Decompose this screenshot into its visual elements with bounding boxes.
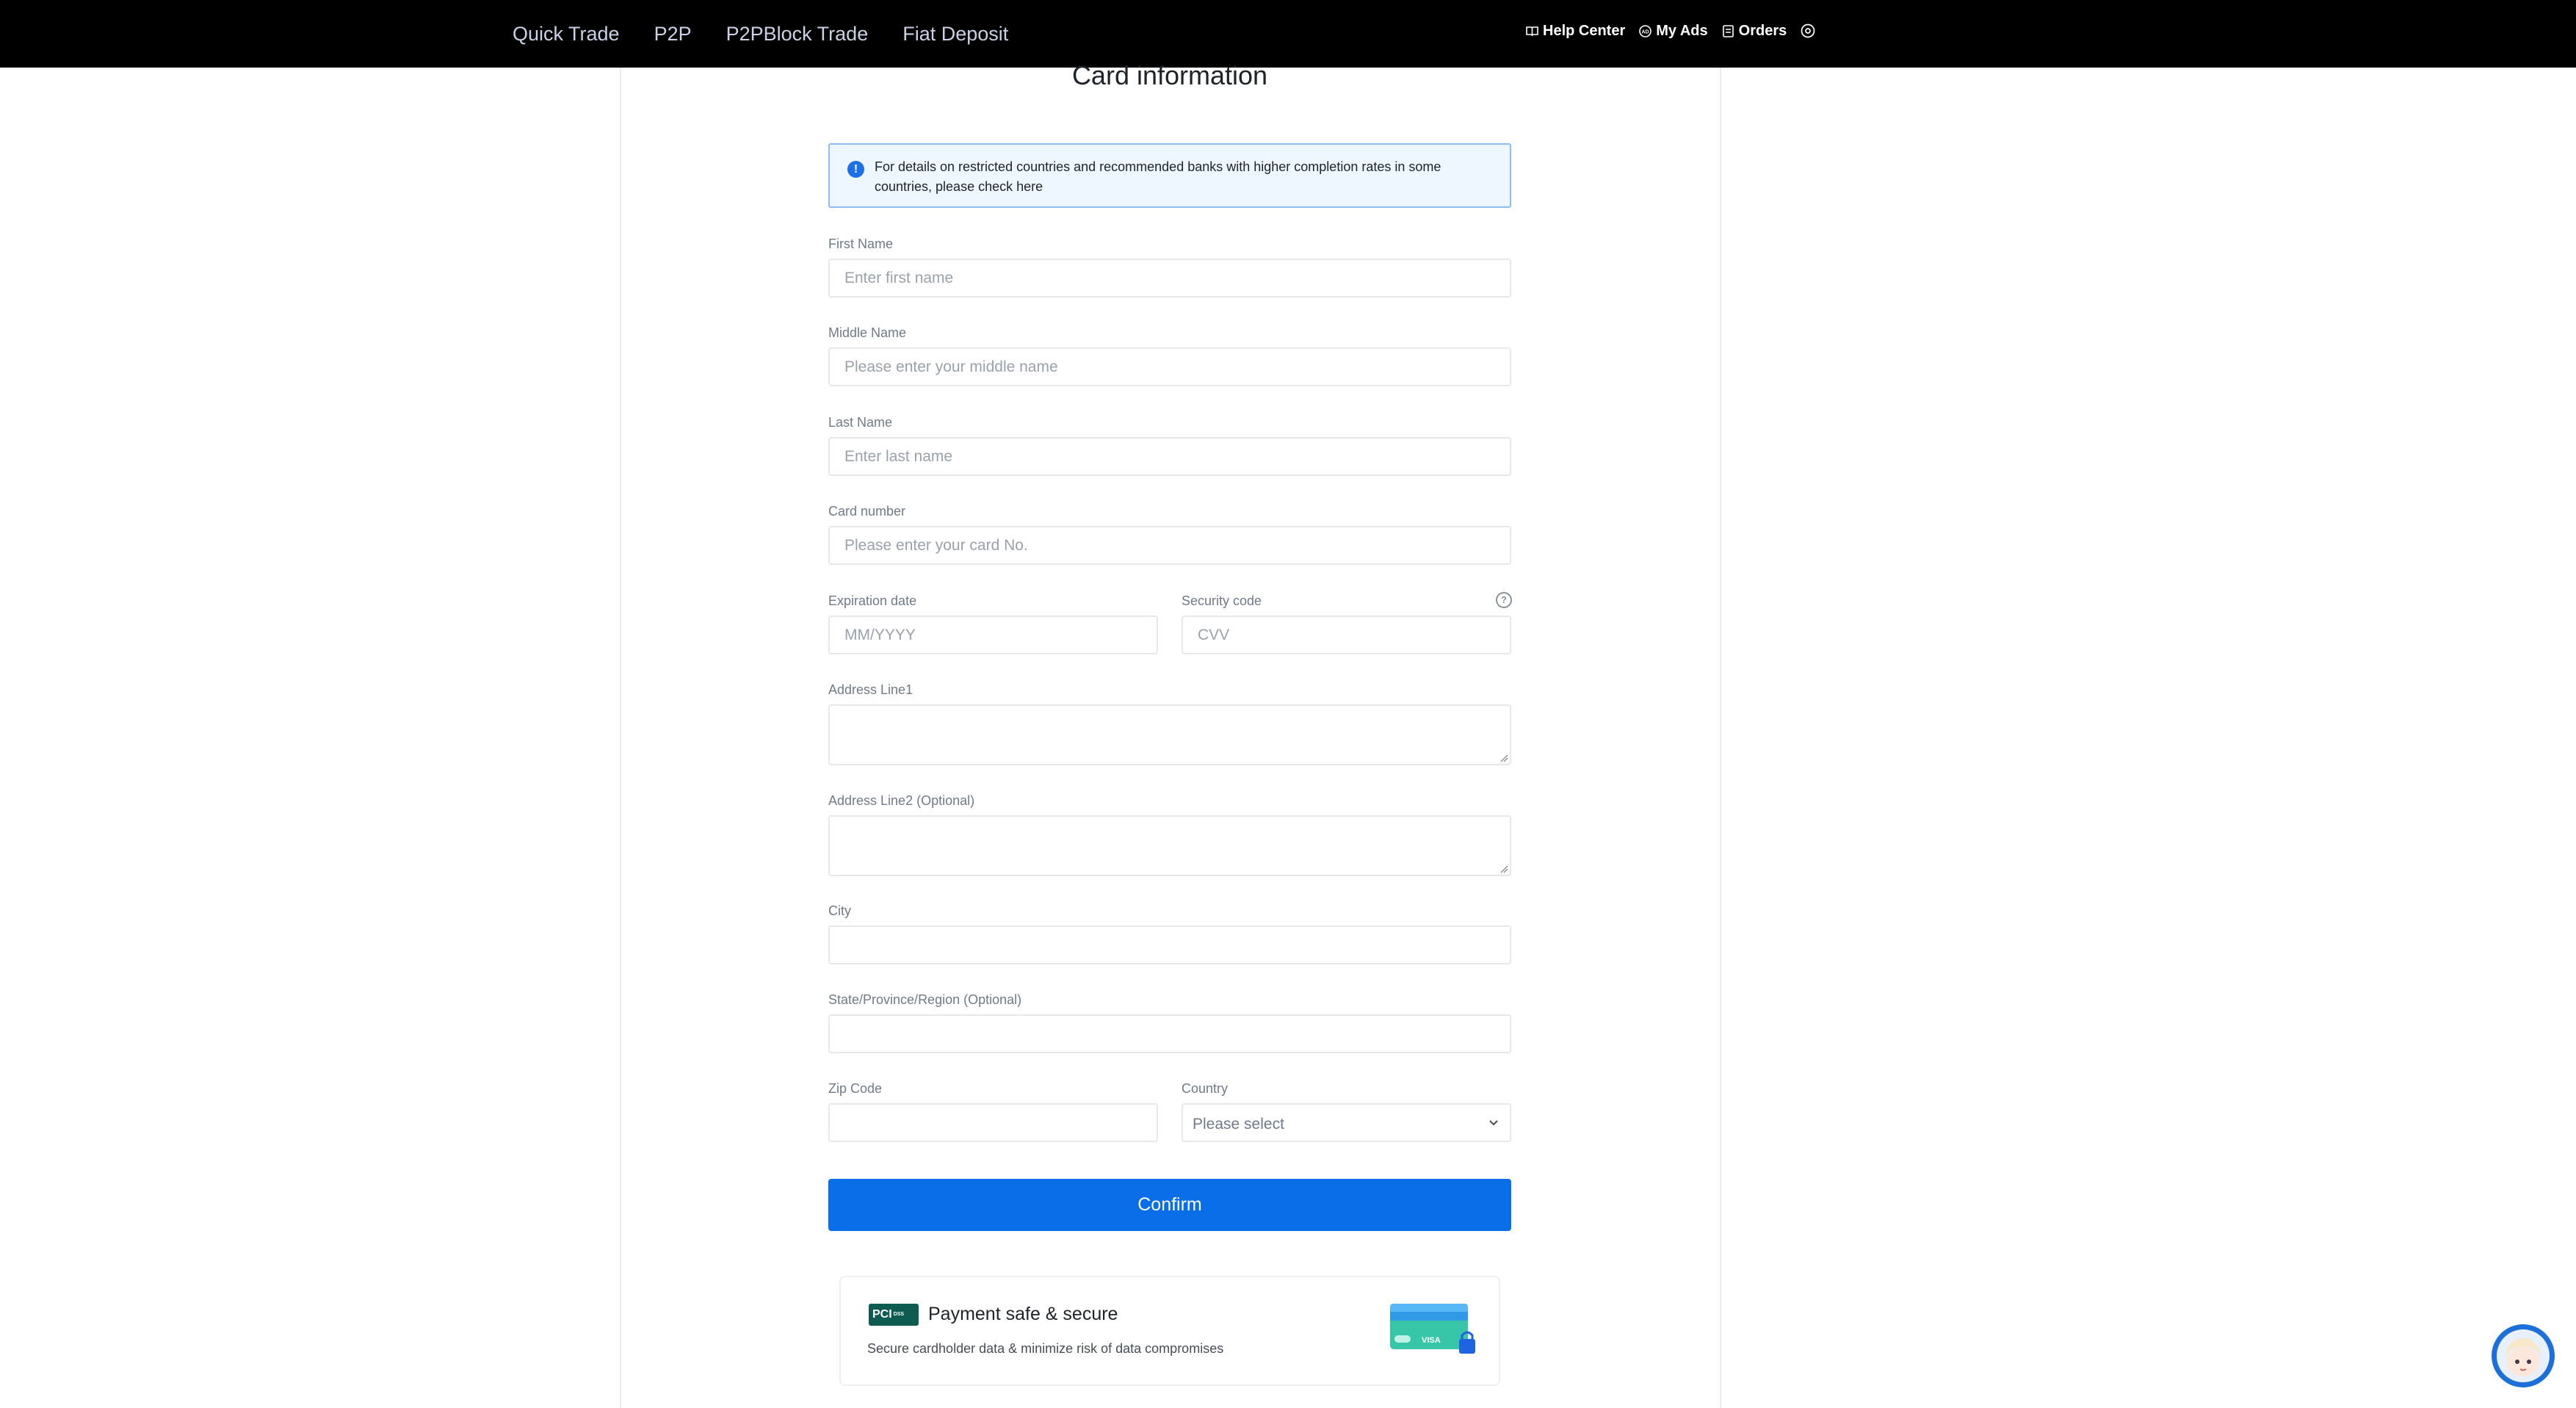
country-select-value: Please select bbox=[1193, 1116, 1284, 1133]
address-line2-label: Address Line2 (Optional) bbox=[828, 793, 975, 808]
settings-icon bbox=[1801, 24, 1815, 38]
city-label: City bbox=[828, 903, 851, 918]
nav-fiat-deposit[interactable]: Fiat Deposit bbox=[902, 23, 1008, 46]
expiration-label: Expiration date bbox=[828, 593, 917, 608]
last-name-label: Last Name bbox=[828, 415, 893, 430]
zip-code-label: Zip Code bbox=[828, 1081, 883, 1096]
main-nav: Quick Trade P2P P2PBlock Trade Fiat Depo… bbox=[513, 0, 1043, 68]
settings-button[interactable] bbox=[1800, 23, 1820, 39]
security-code-label: Security code bbox=[1182, 593, 1262, 608]
first-name-input[interactable] bbox=[828, 259, 1511, 297]
chevron-down-icon bbox=[1489, 1120, 1498, 1126]
security-code-input[interactable] bbox=[1182, 615, 1511, 654]
book-icon bbox=[1526, 26, 1538, 36]
confirm-button[interactable]: Confirm bbox=[828, 1179, 1511, 1231]
payment-secure-card: PCI DSS Payment safe & secure Secure card… bbox=[839, 1276, 1500, 1386]
address-line1-textarea[interactable] bbox=[828, 704, 1511, 765]
orders-icon bbox=[1722, 24, 1734, 37]
restriction-notice: ! For details on restricted countries an… bbox=[828, 143, 1511, 208]
help-icon[interactable]: ? bbox=[1496, 592, 1512, 608]
middle-name-input[interactable] bbox=[828, 347, 1511, 386]
card-number-input[interactable] bbox=[828, 526, 1511, 565]
secure-subtitle: Secure cardholder data & minimize risk o… bbox=[867, 1341, 1224, 1356]
my-ads-link[interactable]: AD My Ads bbox=[1638, 22, 1708, 40]
card-brand-text: VISA bbox=[1422, 1336, 1441, 1345]
last-name-input[interactable] bbox=[828, 437, 1511, 476]
expiration-input[interactable] bbox=[828, 615, 1158, 654]
page-title: Card information bbox=[1071, 60, 1268, 90]
first-name-label: First Name bbox=[828, 237, 894, 251]
secure-card-illustration: VISA bbox=[1390, 1304, 1475, 1354]
address-line1-label: Address Line1 bbox=[828, 682, 913, 697]
help-center-link[interactable]: Help Center bbox=[1525, 23, 1625, 40]
state-input[interactable] bbox=[828, 1014, 1511, 1053]
user-nav: Help Center AD My Ads Orders bbox=[1525, 0, 1833, 62]
nav-p2p-block-trade[interactable]: P2PBlock Trade bbox=[726, 23, 869, 46]
resize-grip-icon[interactable] bbox=[1499, 754, 1508, 762]
top-nav-bar: Quick Trade P2P P2PBlock Trade Fiat Depo… bbox=[0, 0, 2576, 68]
info-icon: ! bbox=[847, 161, 864, 178]
pci-dss-badge: PCI DSS bbox=[869, 1304, 919, 1326]
notice-text[interactable]: For details on restricted countries and … bbox=[875, 157, 1477, 197]
orders-link[interactable]: Orders bbox=[1721, 23, 1787, 40]
middle-name-label: Middle Name bbox=[828, 325, 907, 340]
my-ads-label: My Ads bbox=[1656, 22, 1708, 39]
zip-code-input[interactable] bbox=[828, 1103, 1158, 1142]
address-line2-textarea[interactable] bbox=[828, 815, 1511, 876]
ads-icon: AD bbox=[1639, 24, 1652, 37]
card-number-label: Card number bbox=[828, 504, 906, 519]
nav-p2p[interactable]: P2P bbox=[654, 23, 692, 46]
resize-grip-icon[interactable] bbox=[1499, 864, 1508, 873]
avatar-face-icon bbox=[2497, 1329, 2550, 1382]
pci-badge-sub: DSS bbox=[893, 1312, 905, 1317]
country-select[interactable]: Please select bbox=[1182, 1103, 1511, 1142]
secure-title: Payment safe & secure bbox=[928, 1304, 1118, 1324]
city-input[interactable] bbox=[828, 925, 1511, 964]
support-chat-avatar[interactable] bbox=[2492, 1324, 2555, 1387]
help-center-label: Help Center bbox=[1543, 22, 1626, 39]
orders-label: Orders bbox=[1738, 22, 1787, 39]
country-label: Country bbox=[1182, 1081, 1229, 1096]
pci-badge-text: PCI bbox=[872, 1308, 892, 1321]
svg-text:AD: AD bbox=[1642, 29, 1649, 35]
nav-quick-trade[interactable]: Quick Trade bbox=[513, 23, 620, 46]
state-label: State/Province/Region (Optional) bbox=[828, 992, 1022, 1007]
